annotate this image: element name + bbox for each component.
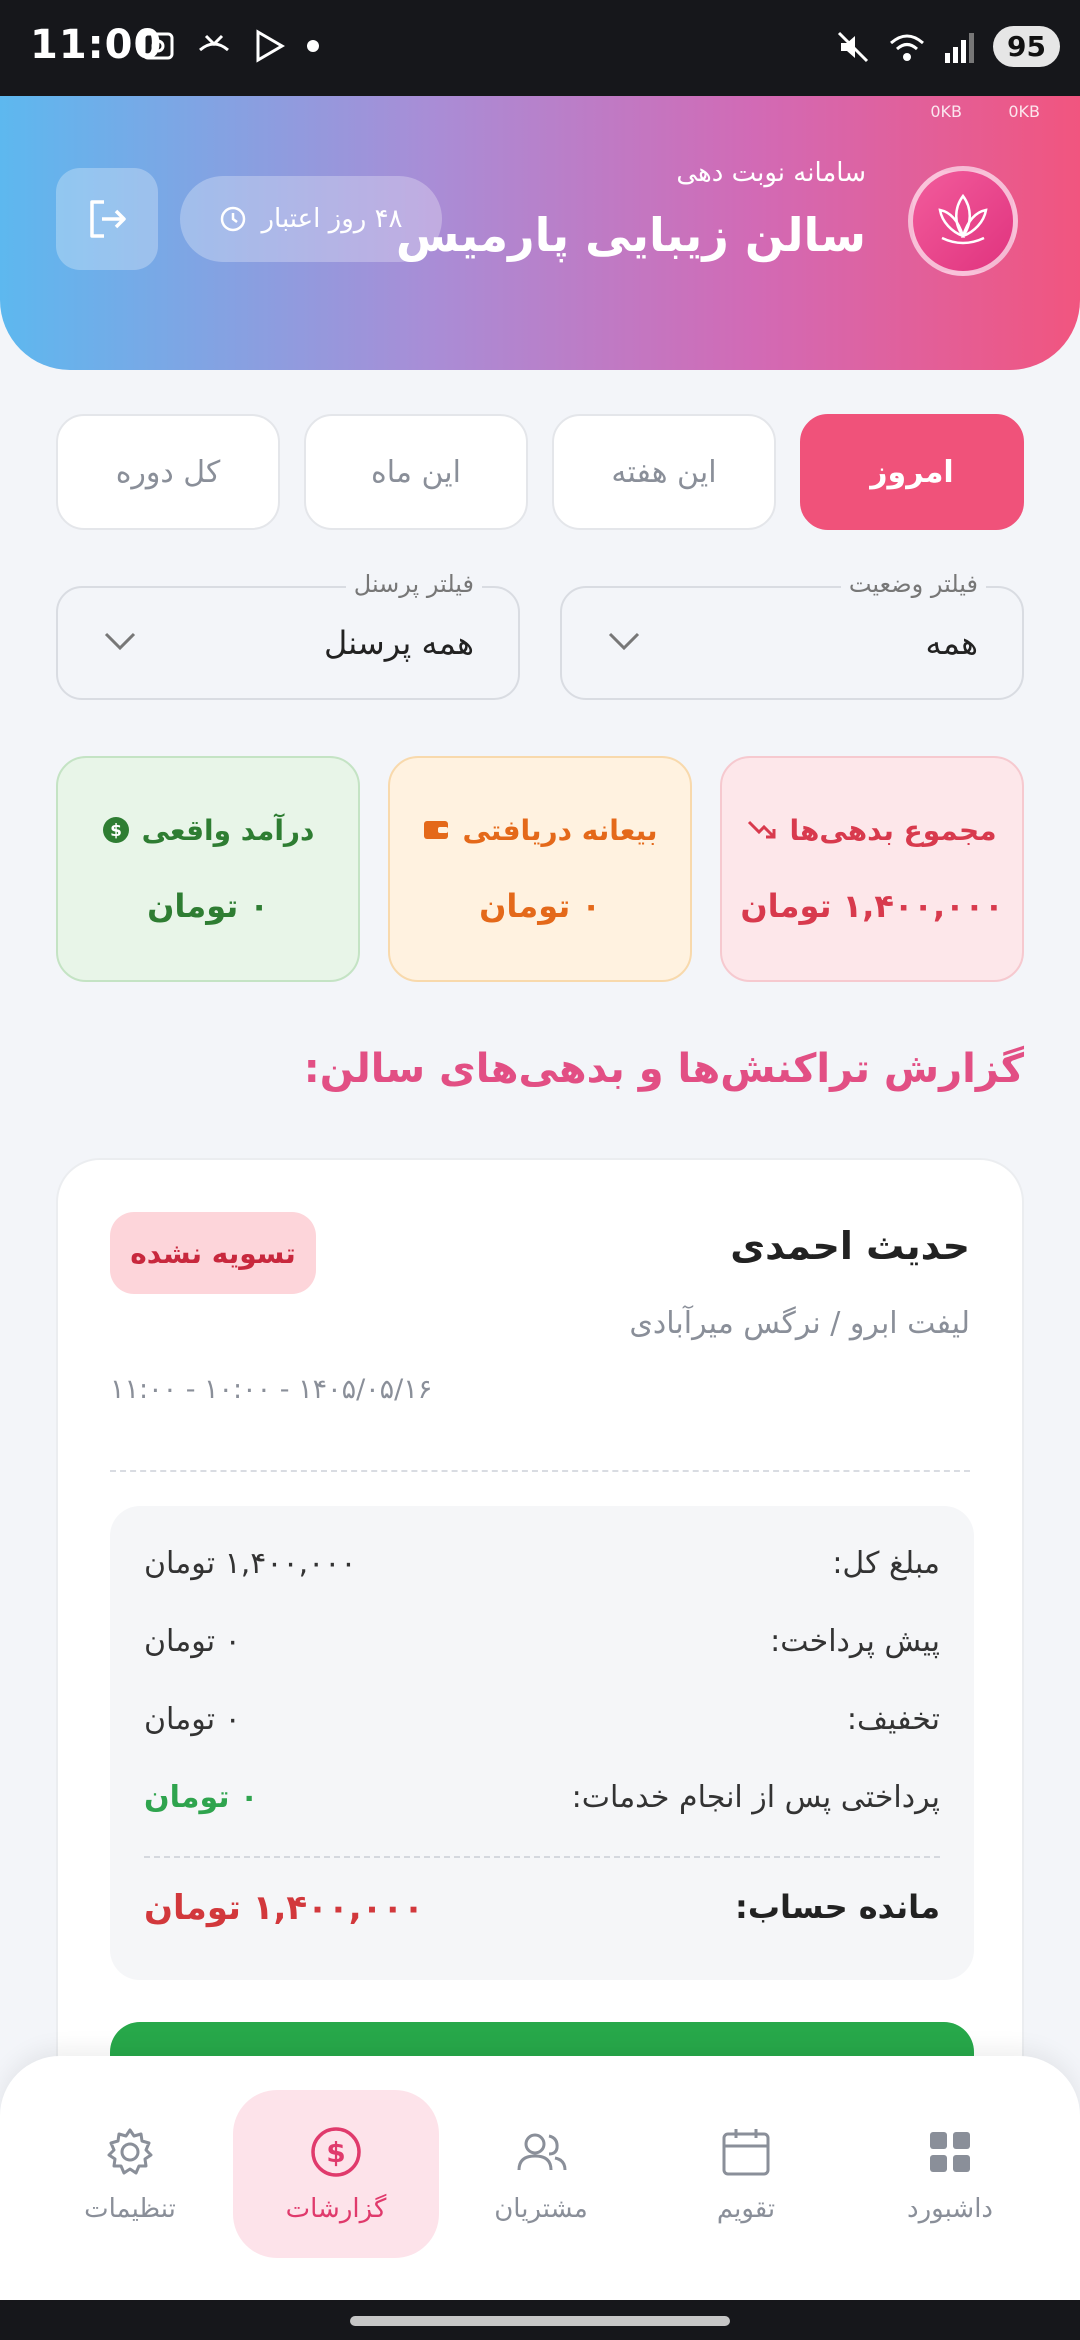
unsettled-status-badge: تسویه نشده (110, 1212, 316, 1294)
svg-text:$: $ (326, 2136, 345, 2169)
income-value: ۰ تومان (147, 886, 269, 925)
income-label: درآمد واقعی (141, 813, 315, 847)
status-filter-select[interactable]: فیلتر وضعیت همه (560, 570, 1024, 700)
nav-settings-label: تنظیمات (84, 2194, 176, 2224)
chevron-down-icon (608, 632, 640, 651)
nav-customers[interactable]: مشتریان (438, 2090, 644, 2258)
prepayment-row: پیش پرداخت: ۰ تومان (144, 1624, 940, 1659)
payment-details-box: مبلغ کل: ۱,۴۰۰,۰۰۰ تومان پیش پرداخت: ۰ ت… (110, 1506, 974, 1980)
status-right-icons: 95 (835, 26, 1060, 67)
trending-down-icon (748, 820, 776, 839)
status-bar: 11:00 95 (0, 0, 1080, 96)
status-filter-legend: فیلتر وضعیت (840, 570, 986, 598)
system-gesture-bar (0, 2300, 1080, 2340)
actual-income-card: درآمد واقعی $ ۰ تومان (56, 756, 360, 982)
clock-icon (221, 206, 246, 232)
customer-name: حدیث احمدی (730, 1224, 970, 1268)
net-speed-left: 0KB (930, 102, 962, 121)
balance-value: ۱,۴۰۰,۰۰۰ تومان (144, 1888, 424, 1928)
total-debts-value: ۱,۴۰۰,۰۰۰ تومان (740, 886, 1004, 925)
nav-calendar[interactable]: تقویم (643, 2090, 849, 2258)
app-subtitle: سامانه نوبت دهی (676, 158, 866, 188)
total-debts-label: مجموع بدهی‌ها (789, 813, 997, 847)
total-debts-card: مجموع بدهی‌ها ۱,۴۰۰,۰۰۰ تومان (720, 756, 1024, 982)
logout-icon (90, 200, 126, 238)
missed-call-icon (199, 34, 229, 52)
credit-label: ۴۸ روز اعتبار (261, 204, 403, 234)
appointment-datetime: ۱۴۰۵/۰۵/۱۶ - ۱۰:۰۰ - ۱۱:۰۰ (110, 1374, 433, 1405)
nav-calendar-label: تقویم (716, 2194, 776, 2224)
transactions-section-title: گزارش تراکنش‌ها و بدهی‌های سالن: (303, 1046, 1024, 1092)
nav-reports[interactable]: $ گزارشات (233, 2090, 439, 2258)
wallet-icon (424, 821, 449, 839)
nav-dashboard[interactable]: داشبورد (847, 2090, 1053, 2258)
total-amount-label: مبلغ کل: (832, 1546, 940, 1581)
post-service-payment-label: پرداختی پس از انجام خدمات: (571, 1780, 940, 1815)
dollar-circle-icon: $ (102, 817, 129, 843)
gear-icon (107, 2128, 153, 2175)
tab-this-week[interactable]: این هفته (552, 414, 776, 530)
deposit-label-row: بیعانه دریافتی (422, 813, 658, 847)
status-left-icons (140, 28, 320, 64)
card-divider (110, 1470, 970, 1472)
app-header: 0KB 0KB سامانه نوبت دهی سالن زیبایی پارم… (0, 96, 1080, 370)
credit-days-badge[interactable]: ۴۸ روز اعتبار (180, 176, 442, 262)
lotus-icon (938, 193, 988, 245)
nav-settings[interactable]: تنظیمات (27, 2090, 233, 2258)
discount-row: تخفیف: ۰ تومان (144, 1702, 940, 1737)
home-indicator[interactable] (350, 2316, 730, 2326)
status-filter-value: همه (925, 624, 978, 662)
tab-all-time[interactable]: کل دوره (56, 414, 280, 530)
balance-divider (144, 1856, 940, 1858)
wifi-icon (890, 34, 925, 61)
staff-filter-select[interactable]: فیلتر پرسنل همه پرسنل (56, 570, 520, 700)
tab-today[interactable]: امروز (800, 414, 1024, 530)
users-icon (517, 2133, 567, 2171)
salon-title: سالن زیبایی پارمیس (395, 208, 866, 262)
nav-customers-label: مشتریان (494, 2194, 588, 2224)
grid-icon (930, 2132, 970, 2172)
nav-reports-label: گزارشات (285, 2194, 387, 2224)
deposit-label: بیعانه دریافتی (462, 813, 658, 847)
screenshot-icon (142, 32, 174, 60)
income-label-row: درآمد واقعی $ (102, 813, 315, 847)
notification-dot-icon (307, 40, 319, 52)
bottom-navigation: تنظیمات $ گزارشات مشتریان تقویم داشبورد (0, 2056, 1080, 2300)
post-service-payment-row: پرداختی پس از انجام خدمات: ۰ تومان (144, 1780, 940, 1815)
chevron-down-icon (104, 632, 136, 651)
deposit-card: بیعانه دریافتی ۰ تومان (388, 756, 692, 982)
nav-dashboard-label: داشبورد (907, 2194, 993, 2224)
post-service-payment-value: ۰ تومان (144, 1780, 259, 1815)
deposit-value: ۰ تومان (479, 886, 601, 925)
prepayment-value: ۰ تومان (144, 1624, 241, 1659)
staff-filter-legend: فیلتر پرسنل (345, 570, 482, 598)
mute-icon (837, 31, 869, 62)
balance-row: مانده حساب: ۱,۴۰۰,۰۰۰ تومان (144, 1888, 940, 1928)
dollar-circle-icon: $ (311, 2127, 361, 2177)
total-amount-row: مبلغ کل: ۱,۴۰۰,۰۰۰ تومان (144, 1546, 940, 1581)
salon-logo (908, 166, 1018, 276)
tab-this-month[interactable]: این ماه (304, 414, 528, 530)
calendar-icon (722, 2129, 770, 2176)
balance-label: مانده حساب: (735, 1888, 940, 1926)
signal-icon (945, 32, 975, 63)
total-amount-value: ۱,۴۰۰,۰۰۰ تومان (144, 1546, 357, 1581)
svg-text:$: $ (110, 821, 122, 841)
total-debts-label-row: مجموع بدهی‌ها (747, 813, 997, 847)
discount-value: ۰ تومان (144, 1702, 241, 1737)
play-store-icon (256, 29, 285, 63)
service-staff-text: لیفت ابرو / نرگس میرآبادی (629, 1306, 970, 1341)
logout-button[interactable] (56, 168, 158, 270)
staff-filter-value: همه پرسنل (324, 624, 474, 662)
net-speed-right: 0KB (1008, 102, 1040, 121)
prepayment-label: پیش پرداخت: (770, 1624, 940, 1659)
discount-label: تخفیف: (846, 1702, 940, 1737)
battery-indicator: 95 (993, 26, 1060, 67)
